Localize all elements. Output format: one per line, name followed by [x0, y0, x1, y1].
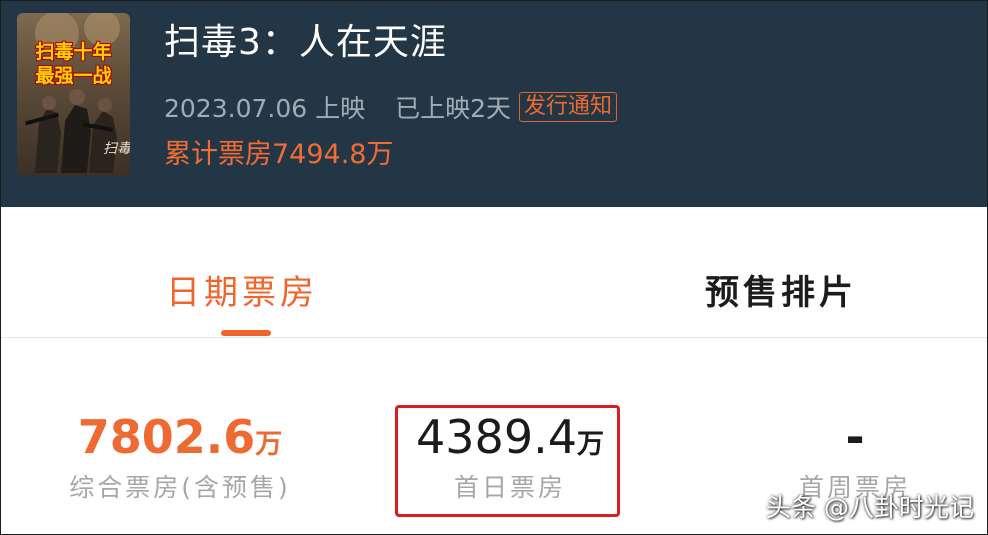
movie-header: 扫毒 扫毒十年 最强一战 扫毒3：人在天涯 2023.07.06 上映 已上映2… — [1, 1, 987, 207]
tab-divider — [1, 337, 987, 338]
stat-value: 4389.4万 — [397, 410, 623, 464]
watermark: 头条 @八卦时光记 — [766, 493, 974, 522]
stat-first-day-box-office: 4389.4万 首日票房 — [397, 410, 623, 504]
stat-number: - — [845, 410, 865, 464]
release-date: 2023.07.06 上映 — [164, 94, 366, 123]
stat-value: 7802.6万 — [40, 410, 320, 464]
movie-poster[interactable]: 扫毒 扫毒十年 最强一战 — [17, 13, 130, 176]
stat-value: - — [760, 410, 950, 464]
svg-text:扫毒: 扫毒 — [103, 141, 130, 157]
cumulative-box-office: 累计票房7494.8万 — [164, 139, 394, 170]
stat-unit: 万 — [255, 429, 283, 460]
release-notice-tag[interactable]: 发行通知 — [519, 92, 618, 122]
tab-presale-schedule[interactable]: 预售排片 — [705, 272, 857, 314]
poster-figures-image: 扫毒 — [25, 13, 130, 173]
days-released: 已上映2天 — [395, 94, 511, 123]
poster-slogan-line-2: 最强一战 — [35, 65, 112, 87]
stat-unit: 万 — [576, 429, 604, 460]
stat-number: 4389.4 — [416, 410, 577, 464]
stat-number: 7802.6 — [77, 410, 256, 464]
poster-slogan-line-1: 扫毒十年 — [35, 41, 112, 63]
movie-title: 扫毒3：人在天涯 — [164, 22, 447, 63]
active-tab-indicator — [221, 330, 271, 336]
stat-total-box-office: 7802.6万 综合票房(含预售) — [40, 410, 320, 504]
release-info-row: 2023.07.06 上映 已上映2天 发行通知 — [164, 90, 618, 124]
stat-label: 首日票房 — [453, 473, 566, 502]
tab-daily-box-office[interactable]: 日期票房 — [166, 272, 318, 314]
stat-label: 综合票房(含预售) — [69, 473, 291, 502]
